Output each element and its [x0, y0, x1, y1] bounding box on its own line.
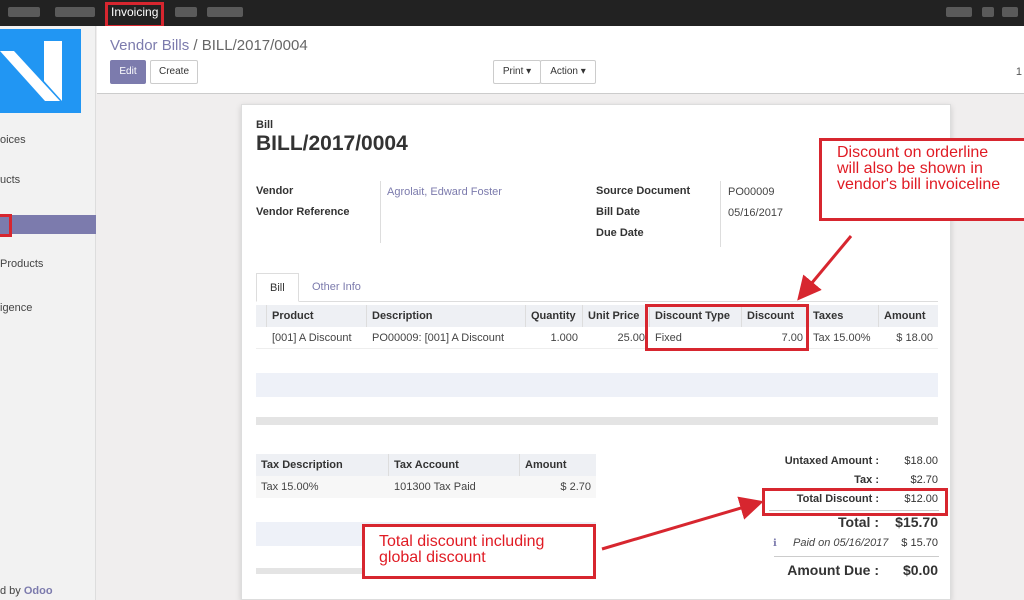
- arrow-to-total-discount: [601, 496, 764, 551]
- annotation-arrows: [601, 235, 853, 551]
- arrow-to-discount-columns: [797, 235, 853, 301]
